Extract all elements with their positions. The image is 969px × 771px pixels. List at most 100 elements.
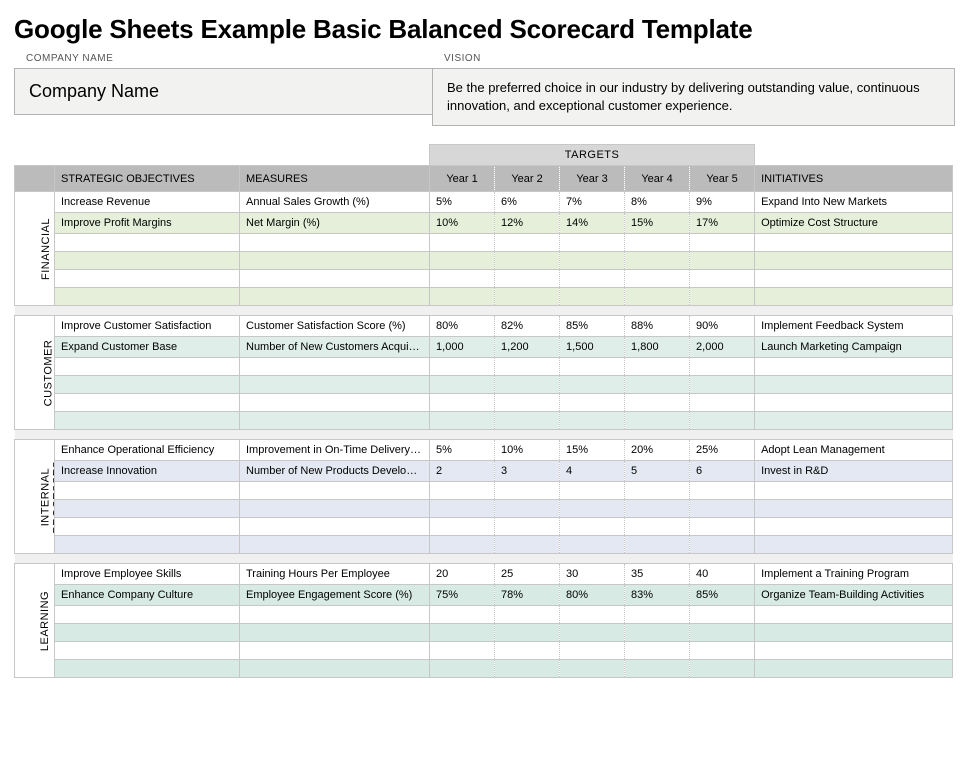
target-cell[interactable] [430, 376, 495, 394]
target-cell[interactable] [560, 660, 625, 678]
objective-cell[interactable] [55, 536, 240, 554]
target-cell[interactable]: 30 [560, 564, 625, 585]
target-cell[interactable] [625, 500, 690, 518]
target-cell[interactable] [495, 482, 560, 500]
target-cell[interactable]: 7% [560, 192, 625, 213]
objective-cell[interactable] [55, 624, 240, 642]
target-cell[interactable]: 25 [495, 564, 560, 585]
objective-cell[interactable]: Enhance Company Culture [55, 585, 240, 606]
target-cell[interactable]: 10% [495, 440, 560, 461]
measure-cell[interactable]: Number of New Customers Acquired [240, 337, 430, 358]
objective-cell[interactable] [55, 234, 240, 252]
initiative-cell[interactable]: Organize Team-Building Activities [755, 585, 953, 606]
target-cell[interactable]: 90% [690, 316, 755, 337]
target-cell[interactable] [690, 536, 755, 554]
initiative-cell[interactable] [755, 252, 953, 270]
target-cell[interactable] [495, 252, 560, 270]
target-cell[interactable] [625, 642, 690, 660]
target-cell[interactable]: 20 [430, 564, 495, 585]
objective-cell[interactable] [55, 606, 240, 624]
target-cell[interactable] [690, 358, 755, 376]
target-cell[interactable]: 14% [560, 213, 625, 234]
target-cell[interactable] [625, 536, 690, 554]
target-cell[interactable]: 25% [690, 440, 755, 461]
vision-value[interactable]: Be the preferred choice in our industry … [432, 68, 955, 126]
target-cell[interactable] [625, 606, 690, 624]
target-cell[interactable] [625, 376, 690, 394]
target-cell[interactable] [560, 642, 625, 660]
target-cell[interactable] [430, 642, 495, 660]
initiative-cell[interactable] [755, 270, 953, 288]
target-cell[interactable] [690, 288, 755, 306]
objective-cell[interactable] [55, 252, 240, 270]
measure-cell[interactable] [240, 624, 430, 642]
measure-cell[interactable] [240, 518, 430, 536]
target-cell[interactable] [495, 536, 560, 554]
target-cell[interactable]: 2 [430, 461, 495, 482]
target-cell[interactable] [560, 500, 625, 518]
initiative-cell[interactable] [755, 288, 953, 306]
target-cell[interactable] [625, 518, 690, 536]
target-cell[interactable]: 80% [560, 585, 625, 606]
objective-cell[interactable]: Increase Revenue [55, 192, 240, 213]
target-cell[interactable] [430, 252, 495, 270]
target-cell[interactable] [430, 394, 495, 412]
target-cell[interactable] [430, 412, 495, 430]
target-cell[interactable] [430, 270, 495, 288]
objective-cell[interactable]: Improve Profit Margins [55, 213, 240, 234]
initiative-cell[interactable]: Expand Into New Markets [755, 192, 953, 213]
target-cell[interactable]: 82% [495, 316, 560, 337]
objective-cell[interactable] [55, 394, 240, 412]
target-cell[interactable] [495, 288, 560, 306]
initiative-cell[interactable] [755, 518, 953, 536]
target-cell[interactable] [690, 412, 755, 430]
target-cell[interactable] [560, 412, 625, 430]
initiative-cell[interactable] [755, 500, 953, 518]
target-cell[interactable] [690, 252, 755, 270]
initiative-cell[interactable] [755, 606, 953, 624]
target-cell[interactable] [560, 270, 625, 288]
objective-cell[interactable] [55, 358, 240, 376]
target-cell[interactable]: 6 [690, 461, 755, 482]
company-value[interactable]: Company Name [14, 68, 432, 115]
initiative-cell[interactable]: Launch Marketing Campaign [755, 337, 953, 358]
target-cell[interactable]: 85% [690, 585, 755, 606]
measure-cell[interactable]: Improvement in On-Time Delivery (%) [240, 440, 430, 461]
objective-cell[interactable] [55, 412, 240, 430]
target-cell[interactable] [625, 252, 690, 270]
target-cell[interactable] [495, 394, 560, 412]
target-cell[interactable]: 1,000 [430, 337, 495, 358]
target-cell[interactable]: 40 [690, 564, 755, 585]
target-cell[interactable] [560, 234, 625, 252]
target-cell[interactable] [690, 500, 755, 518]
target-cell[interactable] [625, 358, 690, 376]
target-cell[interactable]: 1,800 [625, 337, 690, 358]
target-cell[interactable]: 80% [430, 316, 495, 337]
measure-cell[interactable] [240, 412, 430, 430]
objective-cell[interactable] [55, 288, 240, 306]
target-cell[interactable]: 75% [430, 585, 495, 606]
measure-cell[interactable] [240, 536, 430, 554]
target-cell[interactable]: 17% [690, 213, 755, 234]
target-cell[interactable]: 10% [430, 213, 495, 234]
measure-cell[interactable] [240, 606, 430, 624]
initiative-cell[interactable] [755, 358, 953, 376]
measure-cell[interactable]: Net Margin (%) [240, 213, 430, 234]
initiative-cell[interactable] [755, 412, 953, 430]
target-cell[interactable] [560, 288, 625, 306]
target-cell[interactable] [430, 536, 495, 554]
measure-cell[interactable]: Annual Sales Growth (%) [240, 192, 430, 213]
target-cell[interactable] [690, 518, 755, 536]
measure-cell[interactable] [240, 660, 430, 678]
target-cell[interactable] [495, 358, 560, 376]
target-cell[interactable] [625, 482, 690, 500]
target-cell[interactable]: 12% [495, 213, 560, 234]
measure-cell[interactable] [240, 642, 430, 660]
objective-cell[interactable]: Improve Employee Skills [55, 564, 240, 585]
objective-cell[interactable]: Improve Customer Satisfaction [55, 316, 240, 337]
initiative-cell[interactable]: Adopt Lean Management [755, 440, 953, 461]
measure-cell[interactable] [240, 376, 430, 394]
target-cell[interactable]: 78% [495, 585, 560, 606]
target-cell[interactable] [495, 270, 560, 288]
target-cell[interactable]: 83% [625, 585, 690, 606]
